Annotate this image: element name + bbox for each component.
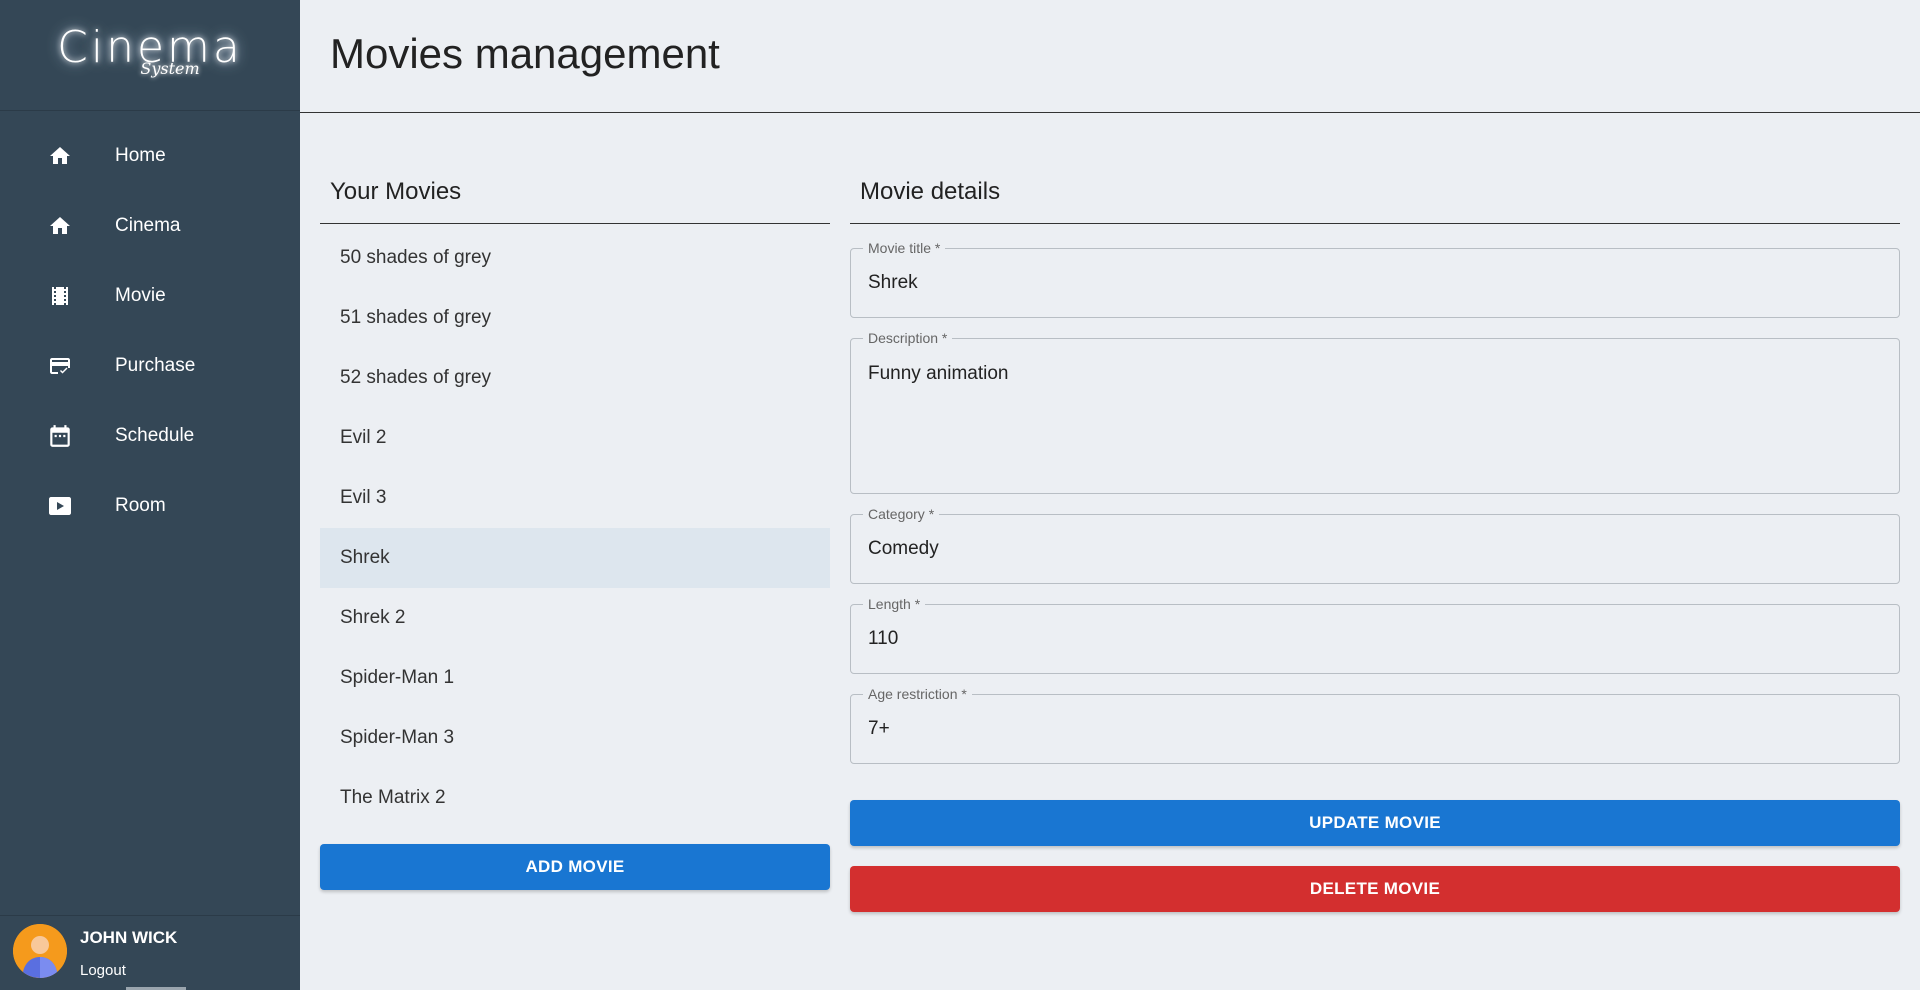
description-field: Description * Funny animation	[850, 330, 1900, 494]
sidebar: Cinema System Home Cinema Movie Purchase…	[0, 0, 300, 990]
list-item[interactable]: 51 shades of grey	[320, 288, 830, 348]
movie-list: 50 shades of grey 51 shades of grey 52 s…	[320, 228, 830, 828]
nav-item-movie[interactable]: Movie	[0, 261, 300, 331]
film-icon	[46, 282, 74, 310]
list-item[interactable]: Spider-Man 1	[320, 648, 830, 708]
home-icon	[46, 142, 74, 170]
avatar[interactable]	[13, 924, 67, 978]
nav-label: Movie	[115, 285, 166, 306]
movie-title-field: Movie title *	[850, 240, 1900, 318]
nav-label: Purchase	[115, 355, 196, 376]
details-section-title: Movie details	[850, 170, 1900, 224]
play-box-icon	[46, 492, 74, 520]
nav-label: Cinema	[115, 215, 181, 236]
delete-movie-button[interactable]: DELETE MOVIE	[850, 866, 1900, 912]
description-input[interactable]: Funny animation	[851, 339, 1899, 493]
nav-label: Schedule	[115, 425, 195, 446]
nav-item-home[interactable]: Home	[0, 121, 300, 191]
page-title: Movies management	[330, 30, 720, 77]
nav-item-room[interactable]: Room	[0, 471, 300, 541]
nav-label: Home	[115, 145, 166, 166]
add-movie-button[interactable]: ADD MOVIE	[320, 844, 830, 890]
list-item-selected[interactable]: Shrek	[320, 528, 830, 588]
nav-label: Room	[115, 495, 166, 516]
details-panel: Movie details Movie title * Description …	[850, 170, 1900, 784]
category-field: Category *	[850, 506, 1900, 584]
nav-item-purchase[interactable]: Purchase	[0, 331, 300, 401]
length-field: Length *	[850, 596, 1900, 674]
list-item[interactable]: 52 shades of grey	[320, 348, 830, 408]
field-label: Length *	[863, 596, 926, 612]
field-label: Movie title *	[863, 240, 946, 256]
page-header: Movies management	[300, 0, 1920, 113]
movies-panel: Your Movies 50 shades of grey 51 shades …	[320, 170, 830, 828]
age-restriction-field: Age restriction *	[850, 686, 1900, 764]
list-item[interactable]: Shrek 2	[320, 588, 830, 648]
list-item[interactable]: Spider-Man 3	[320, 708, 830, 768]
age-restriction-input[interactable]	[851, 695, 1899, 763]
field-label: Category *	[863, 506, 940, 522]
list-item[interactable]: Evil 2	[320, 408, 830, 468]
nav-item-schedule[interactable]: Schedule	[0, 401, 300, 471]
length-input[interactable]	[851, 605, 1899, 673]
movies-section-title: Your Movies	[320, 170, 830, 224]
nav-item-cinema[interactable]: Cinema	[0, 191, 300, 261]
calendar-icon	[46, 422, 74, 450]
category-input[interactable]	[851, 515, 1899, 583]
movie-title-input[interactable]	[851, 249, 1899, 317]
nav-menu: Home Cinema Movie Purchase Schedule Room	[0, 121, 300, 541]
logo-tagline: System	[140, 59, 200, 78]
card-check-icon	[46, 352, 74, 380]
logout-link[interactable]: Logout	[80, 962, 126, 979]
list-item[interactable]: The Matrix 2	[320, 768, 830, 828]
app-logo[interactable]: Cinema System	[0, 0, 300, 111]
update-movie-button[interactable]: UPDATE MOVIE	[850, 800, 1900, 846]
field-label: Age restriction *	[863, 686, 972, 702]
user-name: JOHN WICK	[80, 928, 178, 947]
field-label: Description *	[863, 330, 953, 346]
list-item[interactable]: Evil 3	[320, 468, 830, 528]
list-item[interactable]: 50 shades of grey	[320, 228, 830, 288]
user-panel: JOHN WICK Logout	[0, 915, 300, 990]
home-icon	[46, 212, 74, 240]
